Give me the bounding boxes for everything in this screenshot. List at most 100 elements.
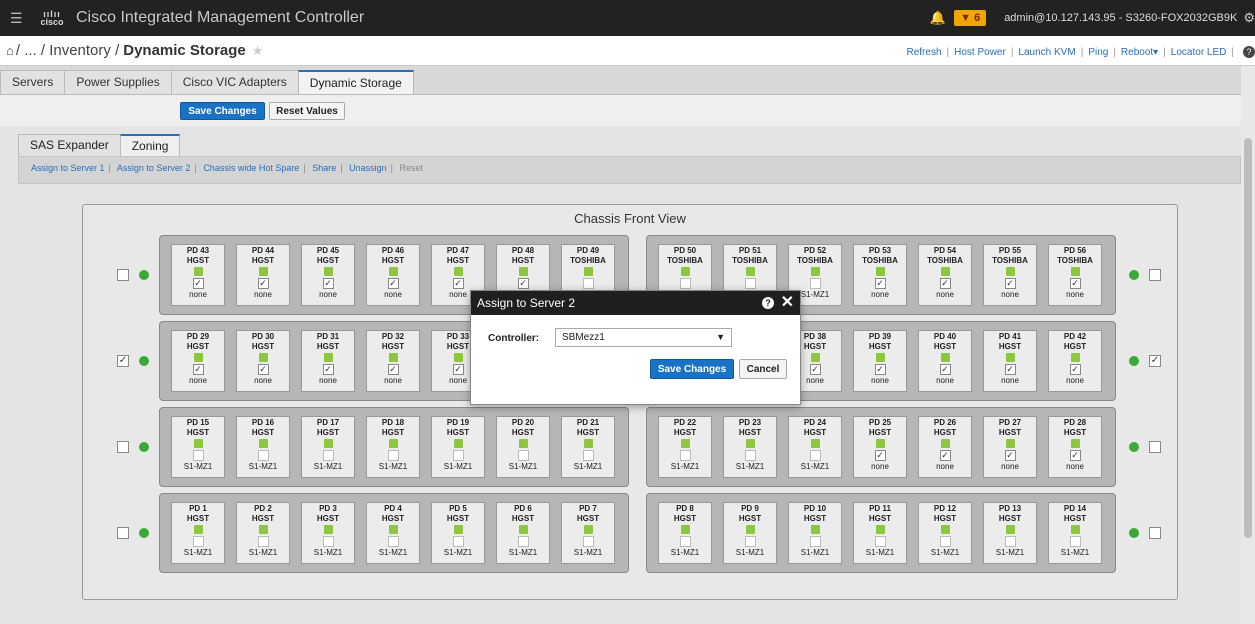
disk-select-checkbox[interactable] (517, 450, 529, 461)
disk-select-checkbox[interactable]: ✓ (1069, 450, 1081, 461)
disk-select-checkbox[interactable]: ✓ (192, 364, 204, 375)
scrollbar-thumb[interactable] (1244, 138, 1252, 538)
disk-slot[interactable]: PD 25 HGST ✓ none (853, 416, 907, 478)
row-select-right-checkbox[interactable] (1149, 441, 1161, 453)
disk-slot[interactable]: PD 11 HGST S1-MZ1 (853, 502, 907, 564)
menu-icon[interactable]: ☰ (10, 10, 24, 27)
disk-slot[interactable]: PD 21 HGST S1-MZ1 (561, 416, 615, 478)
disk-select-checkbox[interactable] (322, 450, 334, 461)
disk-slot[interactable]: PD 16 HGST S1-MZ1 (236, 416, 290, 478)
disk-select-checkbox[interactable] (809, 536, 821, 547)
disk-select-checkbox[interactable]: ✓ (1004, 364, 1016, 375)
disk-select-checkbox[interactable] (582, 536, 594, 547)
disk-slot[interactable]: PD 30 HGST ✓ none (236, 330, 290, 392)
disk-slot[interactable]: PD 44 HGST ✓ none (236, 244, 290, 306)
home-icon[interactable]: ⌂ (6, 43, 14, 58)
disk-select-checkbox[interactable]: ✓ (874, 278, 886, 289)
disk-select-checkbox[interactable] (322, 536, 334, 547)
row-select-right-checkbox[interactable]: ✓ (1149, 355, 1161, 367)
disk-slot[interactable]: PD 31 HGST ✓ none (301, 330, 355, 392)
disk-select-checkbox[interactable] (192, 536, 204, 547)
disk-slot[interactable]: PD 9 HGST S1-MZ1 (723, 502, 777, 564)
tab-cisco-vic-adapters[interactable]: Cisco VIC Adapters (170, 70, 299, 94)
disk-select-checkbox[interactable]: ✓ (809, 364, 821, 375)
disk-select-checkbox[interactable]: ✓ (322, 364, 334, 375)
disk-slot[interactable]: PD 2 HGST S1-MZ1 (236, 502, 290, 564)
disk-slot[interactable]: PD 29 HGST ✓ none (171, 330, 225, 392)
tab-sas-expander[interactable]: SAS Expander (18, 134, 121, 156)
disk-select-checkbox[interactable]: ✓ (517, 278, 529, 289)
disk-slot[interactable]: PD 1 HGST S1-MZ1 (171, 502, 225, 564)
bell-icon[interactable]: 🔔 (930, 10, 946, 26)
disk-slot[interactable]: PD 39 HGST ✓ none (853, 330, 907, 392)
action-refresh[interactable]: Refresh (907, 47, 942, 58)
disk-select-checkbox[interactable] (679, 536, 691, 547)
disk-select-checkbox[interactable]: ✓ (874, 450, 886, 461)
action-launch-kvm[interactable]: Launch KVM (1018, 47, 1075, 58)
disk-select-checkbox[interactable] (387, 536, 399, 547)
tab-power-supplies[interactable]: Power Supplies (64, 70, 172, 94)
disk-slot[interactable]: PD 27 HGST ✓ none (983, 416, 1037, 478)
action-reboot[interactable]: Reboot▾ (1121, 47, 1158, 58)
disk-slot[interactable]: PD 3 HGST S1-MZ1 (301, 502, 355, 564)
disk-slot[interactable]: PD 45 HGST ✓ none (301, 244, 355, 306)
link-assign-server-2[interactable]: Assign to Server 2 (117, 163, 191, 173)
tab-zoning[interactable]: Zoning (119, 134, 181, 156)
link-unassign[interactable]: Unassign (349, 163, 387, 173)
disk-select-checkbox[interactable] (679, 278, 691, 289)
breadcrumb-path[interactable]: / ... / Inventory / (16, 42, 119, 59)
disk-select-checkbox[interactable] (582, 278, 594, 289)
disk-select-checkbox[interactable] (939, 536, 951, 547)
disk-select-checkbox[interactable]: ✓ (874, 364, 886, 375)
disk-select-checkbox[interactable]: ✓ (939, 278, 951, 289)
dialog-save-button[interactable]: Save Changes (650, 359, 734, 379)
disk-select-checkbox[interactable] (1004, 536, 1016, 547)
disk-select-checkbox[interactable] (874, 536, 886, 547)
disk-slot[interactable]: PD 40 HGST ✓ none (918, 330, 972, 392)
disk-slot[interactable]: PD 4 HGST S1-MZ1 (366, 502, 420, 564)
disk-slot[interactable]: PD 24 HGST S1-MZ1 (788, 416, 842, 478)
disk-slot[interactable]: PD 26 HGST ✓ none (918, 416, 972, 478)
row-select-right-checkbox[interactable] (1149, 269, 1161, 281)
row-select-left-checkbox[interactable] (117, 269, 129, 281)
favorite-star-icon[interactable]: ★ (252, 43, 264, 59)
disk-slot[interactable]: PD 54 TOSHIBA ✓ none (918, 244, 972, 306)
disk-select-checkbox[interactable] (809, 450, 821, 461)
disk-slot[interactable]: PD 13 HGST S1-MZ1 (983, 502, 1037, 564)
disk-select-checkbox[interactable] (192, 450, 204, 461)
disk-select-checkbox[interactable]: ✓ (257, 364, 269, 375)
disk-slot[interactable]: PD 46 HGST ✓ none (366, 244, 420, 306)
disk-select-checkbox[interactable]: ✓ (257, 278, 269, 289)
row-select-left-checkbox[interactable] (117, 527, 129, 539)
close-icon[interactable]: ✕ (781, 291, 794, 315)
reset-values-button[interactable]: Reset Values (269, 102, 345, 120)
link-chassis-hot-spare[interactable]: Chassis wide Hot Spare (203, 163, 299, 173)
disk-slot[interactable]: PD 28 HGST ✓ none (1048, 416, 1102, 478)
link-share[interactable]: Share (312, 163, 336, 173)
disk-select-checkbox[interactable]: ✓ (939, 450, 951, 461)
controller-select[interactable]: SBMezz1 ▼ (555, 328, 732, 347)
disk-select-checkbox[interactable] (387, 450, 399, 461)
disk-select-checkbox[interactable] (517, 536, 529, 547)
disk-slot[interactable]: PD 43 HGST ✓ none (171, 244, 225, 306)
disk-select-checkbox[interactable]: ✓ (452, 364, 464, 375)
disk-slot[interactable]: PD 56 TOSHIBA ✓ none (1048, 244, 1102, 306)
disk-slot[interactable]: PD 42 HGST ✓ none (1048, 330, 1102, 392)
disk-slot[interactable]: PD 22 HGST S1-MZ1 (658, 416, 712, 478)
disk-select-checkbox[interactable]: ✓ (322, 278, 334, 289)
disk-select-checkbox[interactable] (679, 450, 691, 461)
row-select-right-checkbox[interactable] (1149, 527, 1161, 539)
disk-slot[interactable]: PD 32 HGST ✓ none (366, 330, 420, 392)
disk-select-checkbox[interactable]: ✓ (939, 364, 951, 375)
disk-slot[interactable]: PD 8 HGST S1-MZ1 (658, 502, 712, 564)
disk-slot[interactable]: PD 55 TOSHIBA ✓ none (983, 244, 1037, 306)
disk-slot[interactable]: PD 6 HGST S1-MZ1 (496, 502, 550, 564)
action-locator-led[interactable]: Locator LED (1171, 47, 1227, 58)
tab-dynamic-storage[interactable]: Dynamic Storage (297, 70, 414, 94)
disk-select-checkbox[interactable] (744, 536, 756, 547)
dialog-cancel-button[interactable]: Cancel (739, 359, 787, 379)
disk-slot[interactable]: PD 14 HGST S1-MZ1 (1048, 502, 1102, 564)
gear-icon[interactable]: ⚙ (1243, 10, 1255, 26)
disk-select-checkbox[interactable] (744, 278, 756, 289)
disk-select-checkbox[interactable]: ✓ (452, 278, 464, 289)
